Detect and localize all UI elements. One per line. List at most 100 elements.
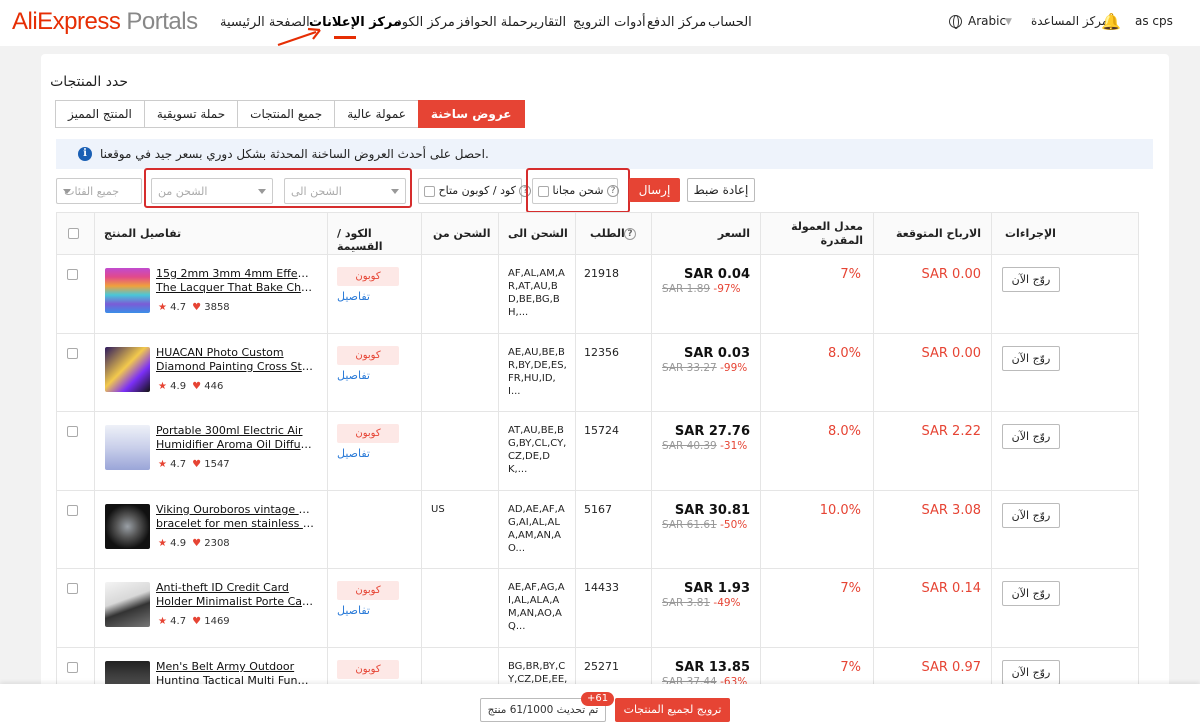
submit-button[interactable]: إرسال — [629, 178, 680, 202]
product-name-link[interactable]: Viking Ouroboros vintage punk bracelet fo… — [156, 503, 314, 531]
reset-button[interactable]: إعادة ضبط — [687, 178, 755, 202]
cell-to: AE,AU,BE,BR,BY,DE,ES,FR,HU,ID,I... — [499, 333, 576, 413]
header-actions: الإجراءات — [992, 213, 1138, 255]
details-link[interactable]: تفاصيل — [337, 369, 370, 382]
promote-now-button[interactable]: روّج الآن — [1002, 581, 1060, 607]
cell-earn: SAR 0.00 — [874, 255, 992, 334]
expected-earnings: SAR 0.00 — [921, 267, 982, 282]
free-shipping-checkbox[interactable] — [538, 185, 549, 197]
product-rating: ★ 4.7 ♥ 1547 — [158, 459, 230, 471]
category-select[interactable]: جميع الفئات — [56, 178, 142, 204]
orders-value: 21918 — [584, 267, 619, 280]
orders-value: 5167 — [584, 502, 612, 516]
header-details: تفاصيل المنتج — [95, 213, 328, 255]
original-price: SAR 61.61 -50% — [662, 518, 748, 531]
cell-price: SAR 27.76 SAR 40.39 -31% — [652, 412, 761, 491]
row-checkbox[interactable] — [67, 347, 78, 359]
nav-account[interactable]: الحساب — [708, 15, 752, 30]
coupon-checkbox[interactable] — [424, 185, 435, 197]
cell-price: SAR 30.81 SAR 61.61 -50% — [652, 490, 761, 570]
cell-from — [422, 333, 499, 413]
promote-now-button[interactable]: روّج الآن — [1002, 424, 1060, 450]
select-all-checkbox[interactable] — [68, 228, 79, 239]
cell-sel — [57, 569, 95, 648]
promote-now-button[interactable]: روّج الآن — [1002, 345, 1060, 371]
expected-earnings: SAR 0.97 — [921, 660, 982, 675]
promote-now-button[interactable]: روّج الآن — [1002, 502, 1060, 528]
row-checkbox[interactable] — [67, 662, 78, 673]
row-checkbox[interactable] — [67, 269, 78, 280]
cell-earn: SAR 0.00 — [874, 333, 992, 413]
details-link[interactable]: تفاصيل — [337, 290, 370, 303]
tab-featured-product[interactable]: المنتج المميز — [55, 100, 145, 128]
cell-sel — [57, 490, 95, 570]
original-price: SAR 3.81 -49% — [662, 597, 741, 610]
discount-percent: -50% — [720, 518, 748, 531]
row-checkbox[interactable] — [67, 504, 78, 516]
details-link[interactable]: تفاصيل — [337, 604, 370, 617]
nav-reports[interactable]: التقارير — [527, 15, 566, 30]
row-checkbox[interactable] — [67, 583, 78, 595]
cell-details: HUACAN Photo Custom Diamond Painting Cros… — [95, 333, 328, 413]
free-shipping-filter[interactable]: شحن مجانا ? — [532, 178, 619, 204]
active-nav-indicator — [334, 36, 356, 39]
product-name-link[interactable]: 15g 2mm 3mm 4mm Effect of The Lacquer Tha… — [156, 267, 314, 295]
aliexpress-portals-logo[interactable]: AliExpress Portals — [12, 8, 198, 36]
sale-price: SAR 0.03 — [683, 345, 750, 361]
product-thumbnail[interactable] — [105, 346, 150, 392]
nav-incentive-campaign[interactable]: حملة الحوافز — [457, 15, 528, 30]
product-name-link[interactable]: Portable 300ml Electric Air Humidifier Ar… — [156, 424, 314, 452]
product-name-link[interactable]: HUACAN Photo Custom Diamond Painting Cros… — [156, 346, 314, 374]
help-icon: ? — [624, 228, 636, 240]
cell-earn: SAR 3.08 — [874, 490, 992, 570]
globe-icon — [949, 15, 962, 29]
original-price: SAR 40.39 -31% — [662, 440, 748, 453]
ship-to-select[interactable]: الشحن الى — [284, 178, 406, 204]
cell-to: AE,AF,AG,AI,AL,ALA,AM,AN,AO,AQ... — [499, 569, 576, 648]
product-thumbnail[interactable] — [105, 268, 150, 313]
coupon-badge: كوبون — [337, 424, 399, 444]
expected-earnings: SAR 2.22 — [921, 424, 982, 440]
product-thumbnail[interactable] — [105, 582, 150, 628]
nav-promo-tools[interactable]: أدوات الترويج — [573, 15, 646, 30]
cell-price: SAR 1.93 SAR 3.81 -49% — [652, 569, 761, 648]
bell-icon[interactable]: 🔔 — [1101, 12, 1121, 31]
star-icon: ★ — [158, 537, 167, 549]
language-selector[interactable]: Arabic — [968, 14, 1006, 28]
info-icon: i — [78, 147, 92, 161]
cell-details: Viking Ouroboros vintage punk bracelet fo… — [95, 490, 328, 570]
nav-code-center[interactable]: مركز الكود — [396, 15, 455, 30]
product-rating: ★ 4.9 ♥ 446 — [158, 380, 224, 392]
row-checkbox[interactable] — [67, 426, 78, 438]
cell-from — [422, 255, 499, 334]
main-panel: حدد المنتجات عروض ساخنة عمولة عالية جميع… — [41, 54, 1169, 694]
product-thumbnail[interactable] — [105, 503, 150, 549]
product-name-link[interactable]: Anti-theft ID Credit Card Holder Minimali… — [156, 581, 314, 609]
promote-now-button[interactable]: روّج الآن — [1002, 267, 1060, 292]
bottom-action-bar: تم تحديث 61/1000 منتج +61 ترويج لجميع ال… — [0, 684, 1200, 726]
coupon-available-filter[interactable]: كود / كوبون متاح ? — [418, 178, 532, 204]
help-center-link[interactable]: مركز المساعدة — [1031, 14, 1108, 28]
heart-icon: ♥ — [192, 616, 202, 628]
cell-act: روّج الآن — [992, 334, 1138, 413]
details-link[interactable]: تفاصيل — [337, 447, 370, 460]
coupon-badge: كوبون — [337, 660, 399, 679]
cell-sel — [57, 412, 95, 491]
chevron-down-icon: ▼ — [1005, 17, 1012, 27]
promote-now-button[interactable]: روّج الآن — [1002, 660, 1060, 685]
tab-all-products[interactable]: جميع المنتجات — [237, 100, 336, 128]
chevron-down-icon — [391, 189, 399, 194]
star-icon: ★ — [158, 616, 167, 628]
commission-rate: 8.0% — [827, 345, 861, 361]
tab-marketing-campaign[interactable]: حملة تسويقية — [143, 100, 239, 128]
product-thumbnail[interactable] — [105, 425, 150, 471]
ship-from-select[interactable]: الشحن من — [151, 178, 273, 204]
promote-all-button[interactable]: ترويج لجميع المنتجات — [615, 698, 730, 722]
tab-hot-deals[interactable]: عروض ساخنة — [417, 100, 525, 128]
header-ship-to: الشحن الى — [499, 213, 576, 255]
nav-payment-center[interactable]: مركز الدفع — [647, 15, 706, 30]
star-icon: ★ — [158, 302, 167, 313]
tab-high-commission[interactable]: عمولة عالية — [334, 100, 419, 128]
coupon-badge: كوبون — [337, 267, 399, 286]
user-account[interactable]: as cps — [1135, 14, 1173, 28]
